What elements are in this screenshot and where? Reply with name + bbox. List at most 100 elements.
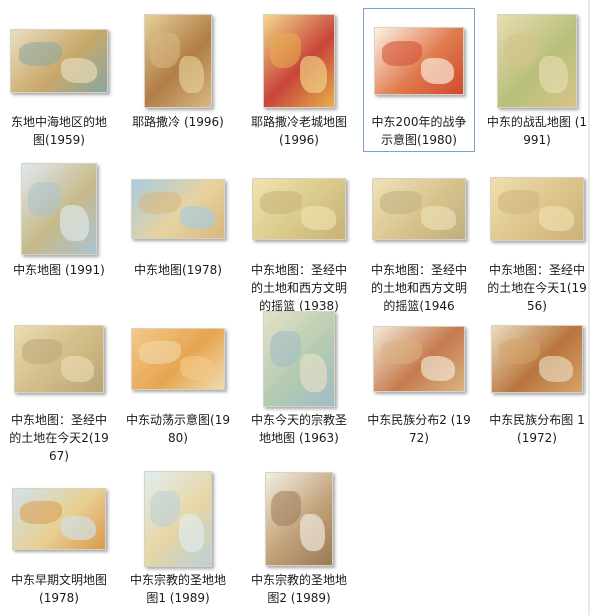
file-item[interactable]: 中东民族分布2 (1972) (363, 306, 475, 450)
map-detail-shape (179, 206, 215, 230)
map-detail-shape (60, 204, 89, 241)
file-item[interactable]: 中东地图：圣经中的土地在今天1(1956) (481, 156, 590, 313)
file-name-label: 东地中海地区的地图(1959) (10, 115, 107, 147)
map-detail-shape (300, 514, 326, 552)
map-detail-shape (20, 501, 62, 524)
map-detail-shape (382, 41, 422, 67)
file-name-label: 中东地图(1978) (134, 263, 222, 277)
thumbnail-area (123, 157, 233, 261)
map-detail-shape (504, 33, 540, 69)
map-thumbnail-image (131, 179, 225, 239)
file-item[interactable]: 耶路撒冷老城地图 (1996) (243, 8, 355, 152)
file-item[interactable]: 中东民族分布图 1 (1972) (481, 306, 590, 450)
file-item[interactable]: 东地中海地区的地图(1959) (3, 8, 115, 152)
file-item[interactable]: 中东地图 (1991) (3, 156, 115, 306)
file-name-label: 中东早期文明地图 (1978) (10, 573, 107, 605)
map-detail-shape (538, 355, 573, 383)
map-thumbnail-image (10, 29, 108, 93)
thumbnail-area (364, 307, 474, 411)
thumbnail-area (123, 307, 233, 411)
map-detail-shape (22, 339, 62, 365)
map-detail-shape (381, 339, 422, 365)
thumbnail-area (364, 9, 474, 113)
map-thumbnail-image (497, 14, 577, 108)
file-name-label: 中东宗教的圣地地图1 (1989) (129, 573, 226, 605)
thumbnail-area (244, 467, 354, 571)
map-detail-shape (60, 57, 98, 83)
thumbnail-area (4, 9, 114, 113)
thumbnail-area (482, 157, 590, 261)
thumbnail-area (244, 9, 354, 113)
map-thumbnail-image (14, 325, 104, 393)
map-detail-shape (538, 56, 569, 94)
file-name-label: 中东宗教的圣地地图2 (1989) (250, 573, 347, 605)
file-name-label: 中东200年的战争示意图(1980) (371, 115, 467, 147)
map-detail-shape (18, 42, 62, 66)
map-detail-shape (420, 57, 455, 85)
map-thumbnail-image (373, 326, 465, 392)
file-item[interactable]: 中东动荡示意图(1980) (122, 306, 234, 450)
map-detail-shape (499, 339, 540, 365)
thumbnail-area (244, 157, 354, 261)
map-thumbnail-image (12, 488, 106, 550)
file-item[interactable]: 中东地图：圣经中的土地和西方文明的摇篮 (1938) (243, 156, 355, 313)
map-detail-shape (380, 191, 422, 214)
map-detail-shape (420, 355, 455, 382)
map-detail-shape (27, 182, 62, 217)
file-name-label: 中东今天的宗教圣地地图 (1963) (250, 413, 347, 445)
thumbnail-area (123, 9, 233, 113)
file-item[interactable]: 中东200年的战争示意图(1980) (363, 8, 475, 152)
map-detail-shape (300, 206, 336, 230)
map-detail-shape (260, 191, 302, 214)
file-item[interactable]: 中东宗教的圣地地图1 (1989) (122, 466, 234, 606)
map-thumbnail-image (490, 177, 584, 241)
map-thumbnail-image (263, 311, 335, 407)
map-thumbnail-image (374, 27, 464, 95)
file-item[interactable]: 中东今天的宗教圣地地图 (1963) (243, 306, 355, 450)
file-item[interactable]: 中东地图：圣经中的土地和西方文明的摇篮(1946 (363, 156, 475, 313)
map-thumbnail-image (491, 325, 583, 393)
file-item[interactable]: 中东地图：圣经中的土地在今天2(1967) (3, 306, 115, 463)
map-detail-shape (179, 514, 205, 552)
map-detail-shape (60, 355, 95, 383)
thumbnail-area (4, 157, 114, 261)
map-detail-shape (269, 33, 302, 69)
map-thumbnail-image (144, 471, 212, 567)
map-detail-shape (300, 354, 327, 392)
file-name-label: 耶路撒冷 (1996) (132, 115, 224, 129)
thumbnail-area (482, 307, 590, 411)
thumbnail-area (123, 467, 233, 571)
file-item[interactable]: 中东地图(1978) (122, 156, 234, 306)
map-thumbnail-image (131, 328, 225, 390)
file-name-label: 中东动荡示意图(1980) (126, 413, 230, 445)
file-item[interactable]: 中东早期文明地图 (1978) (3, 466, 115, 606)
file-name-label: 中东民族分布图 1 (1972) (489, 413, 585, 445)
thumbnail-area (4, 307, 114, 411)
map-detail-shape (150, 33, 180, 69)
map-detail-shape (538, 205, 574, 231)
map-thumbnail-image (144, 14, 212, 108)
map-thumbnail-image (252, 178, 346, 240)
file-name-label: 耶路撒冷老城地图 (1996) (250, 115, 347, 147)
map-detail-shape (139, 191, 181, 214)
file-item[interactable]: 耶路撒冷 (1996) (122, 8, 234, 152)
map-detail-shape (498, 190, 540, 214)
file-item[interactable]: 中东宗教的圣地地图2 (1989) (243, 466, 355, 606)
thumbnail-area (482, 9, 590, 113)
map-thumbnail-image (372, 178, 466, 240)
map-thumbnail-image (263, 14, 335, 108)
map-detail-shape (269, 330, 302, 367)
thumbnail-area (244, 307, 354, 411)
map-detail-shape (139, 341, 181, 364)
map-detail-shape (300, 56, 327, 94)
file-grid: 东地中海地区的地图(1959) 耶路撒冷 (1996) 耶路撒冷老城地图 (1996… (0, 0, 590, 615)
file-item[interactable]: 中东的战乱地图 (1991) (481, 8, 590, 152)
map-detail-shape (150, 490, 180, 527)
map-thumbnail-image (265, 472, 333, 566)
thumbnail-area (364, 157, 474, 261)
map-detail-shape (179, 56, 205, 94)
map-thumbnail-image (21, 163, 97, 255)
file-name-label: 中东地图 (1991) (13, 263, 105, 277)
file-name-label: 中东地图：圣经中的土地在今天2(1967) (9, 413, 109, 463)
file-name-label: 中东的战乱地图 (1991) (486, 115, 588, 147)
